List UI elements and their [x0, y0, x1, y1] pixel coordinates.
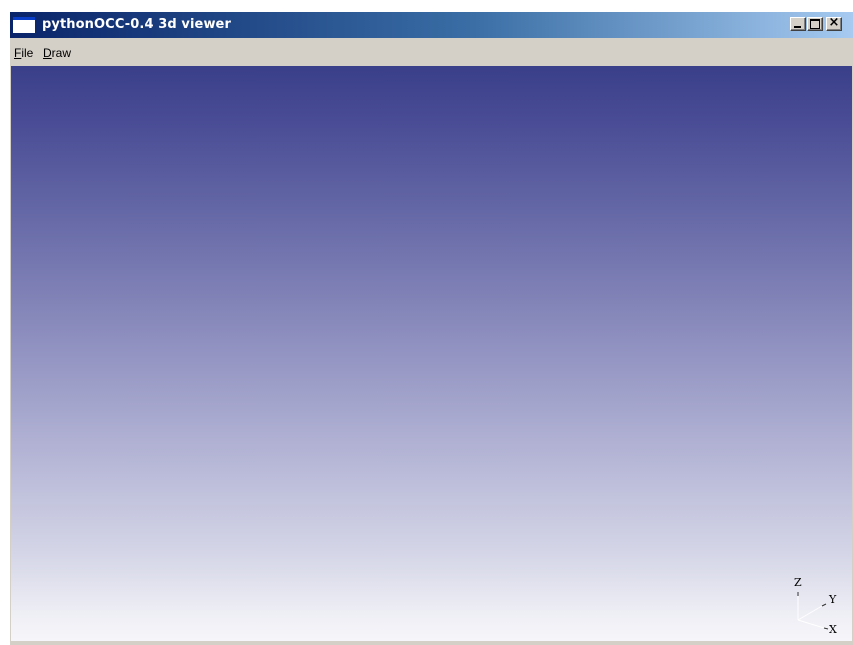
window-title: pythonOCC-0.4 3d viewer — [42, 17, 231, 32]
menu-draw-mnemonic: D — [43, 46, 52, 60]
3d-viewport[interactable]: Z Y X — [11, 66, 852, 642]
menu-file-label: ile — [21, 46, 34, 60]
minimize-button[interactable] — [790, 17, 806, 31]
menu-draw-label: raw — [51, 46, 72, 60]
title-bar[interactable]: pythonOCC-0.4 3d viewer × — [10, 12, 853, 38]
x-axis-tip — [823, 627, 829, 630]
menu-file[interactable]: File — [14, 46, 33, 60]
y-axis-tip — [821, 603, 827, 607]
window-bottom-border — [10, 641, 853, 645]
app-window: pythonOCC-0.4 3d viewer × File Draw Z Y … — [9, 11, 853, 645]
z-axis-label: Z — [794, 576, 802, 589]
menu-draw[interactable]: Draw — [43, 46, 71, 60]
x-axis-label: X — [829, 623, 837, 634]
y-axis-line — [797, 605, 823, 621]
maximize-button[interactable] — [807, 17, 823, 31]
x-axis-line — [797, 619, 825, 629]
menu-bar: File Draw — [10, 38, 853, 66]
y-axis-label: Y — [828, 593, 837, 606]
close-icon: × — [828, 15, 840, 30]
close-button[interactable]: × — [826, 15, 842, 31]
axis-triedron: Z Y X — [794, 576, 837, 634]
window-icon[interactable] — [13, 17, 35, 33]
